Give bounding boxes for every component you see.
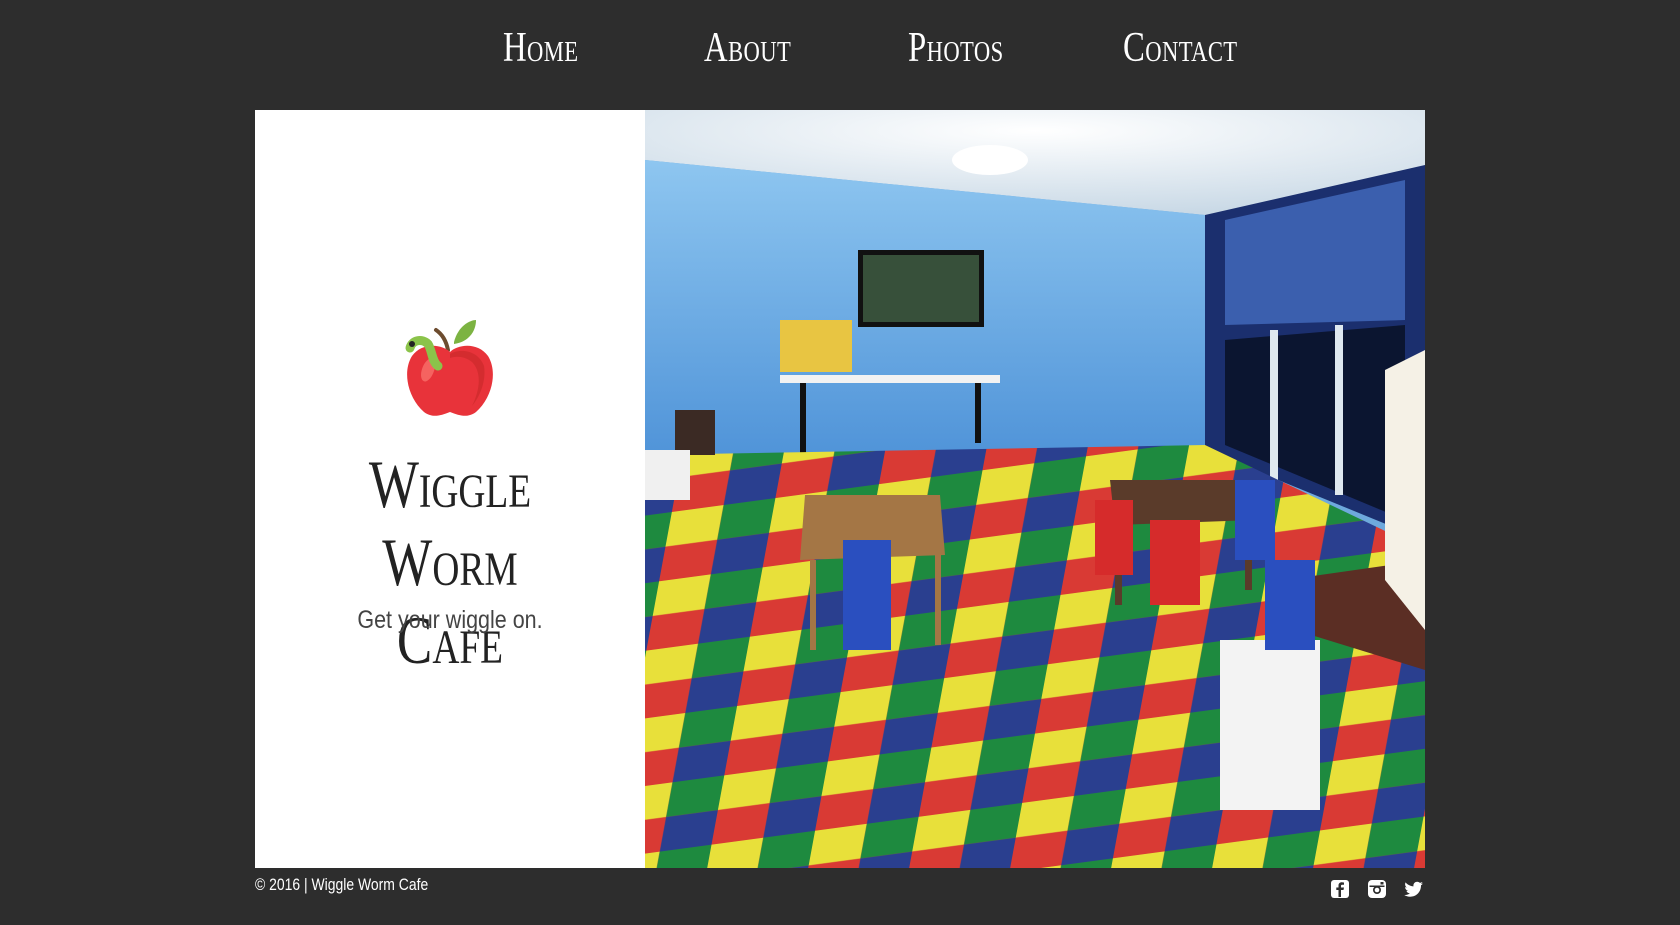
apple-with-worm-icon	[402, 318, 498, 420]
playroom-photo	[645, 110, 1425, 868]
cafe-title: Wiggle Worm Cafe	[298, 445, 602, 679]
twitter-icon[interactable]	[1404, 879, 1424, 899]
facebook-icon[interactable]	[1330, 879, 1350, 899]
tagline: Get your wiggle on.	[357, 606, 543, 634]
nav-contact-link[interactable]: Contact	[1123, 24, 1238, 72]
instagram-icon[interactable]	[1367, 879, 1387, 899]
main-nav: Home About Photos Contact	[0, 0, 1680, 110]
cafe-title-line1: Wiggle Worm	[368, 446, 532, 600]
nav-home-link[interactable]: Home	[503, 24, 578, 72]
nav-about-link[interactable]: About	[704, 24, 791, 72]
hero-info-panel: Wiggle Worm Cafe Get your wiggle on.	[255, 110, 645, 868]
copyright-text: © 2016 | Wiggle Worm Cafe	[255, 875, 429, 894]
nav-photos-link[interactable]: Photos	[908, 24, 1004, 72]
